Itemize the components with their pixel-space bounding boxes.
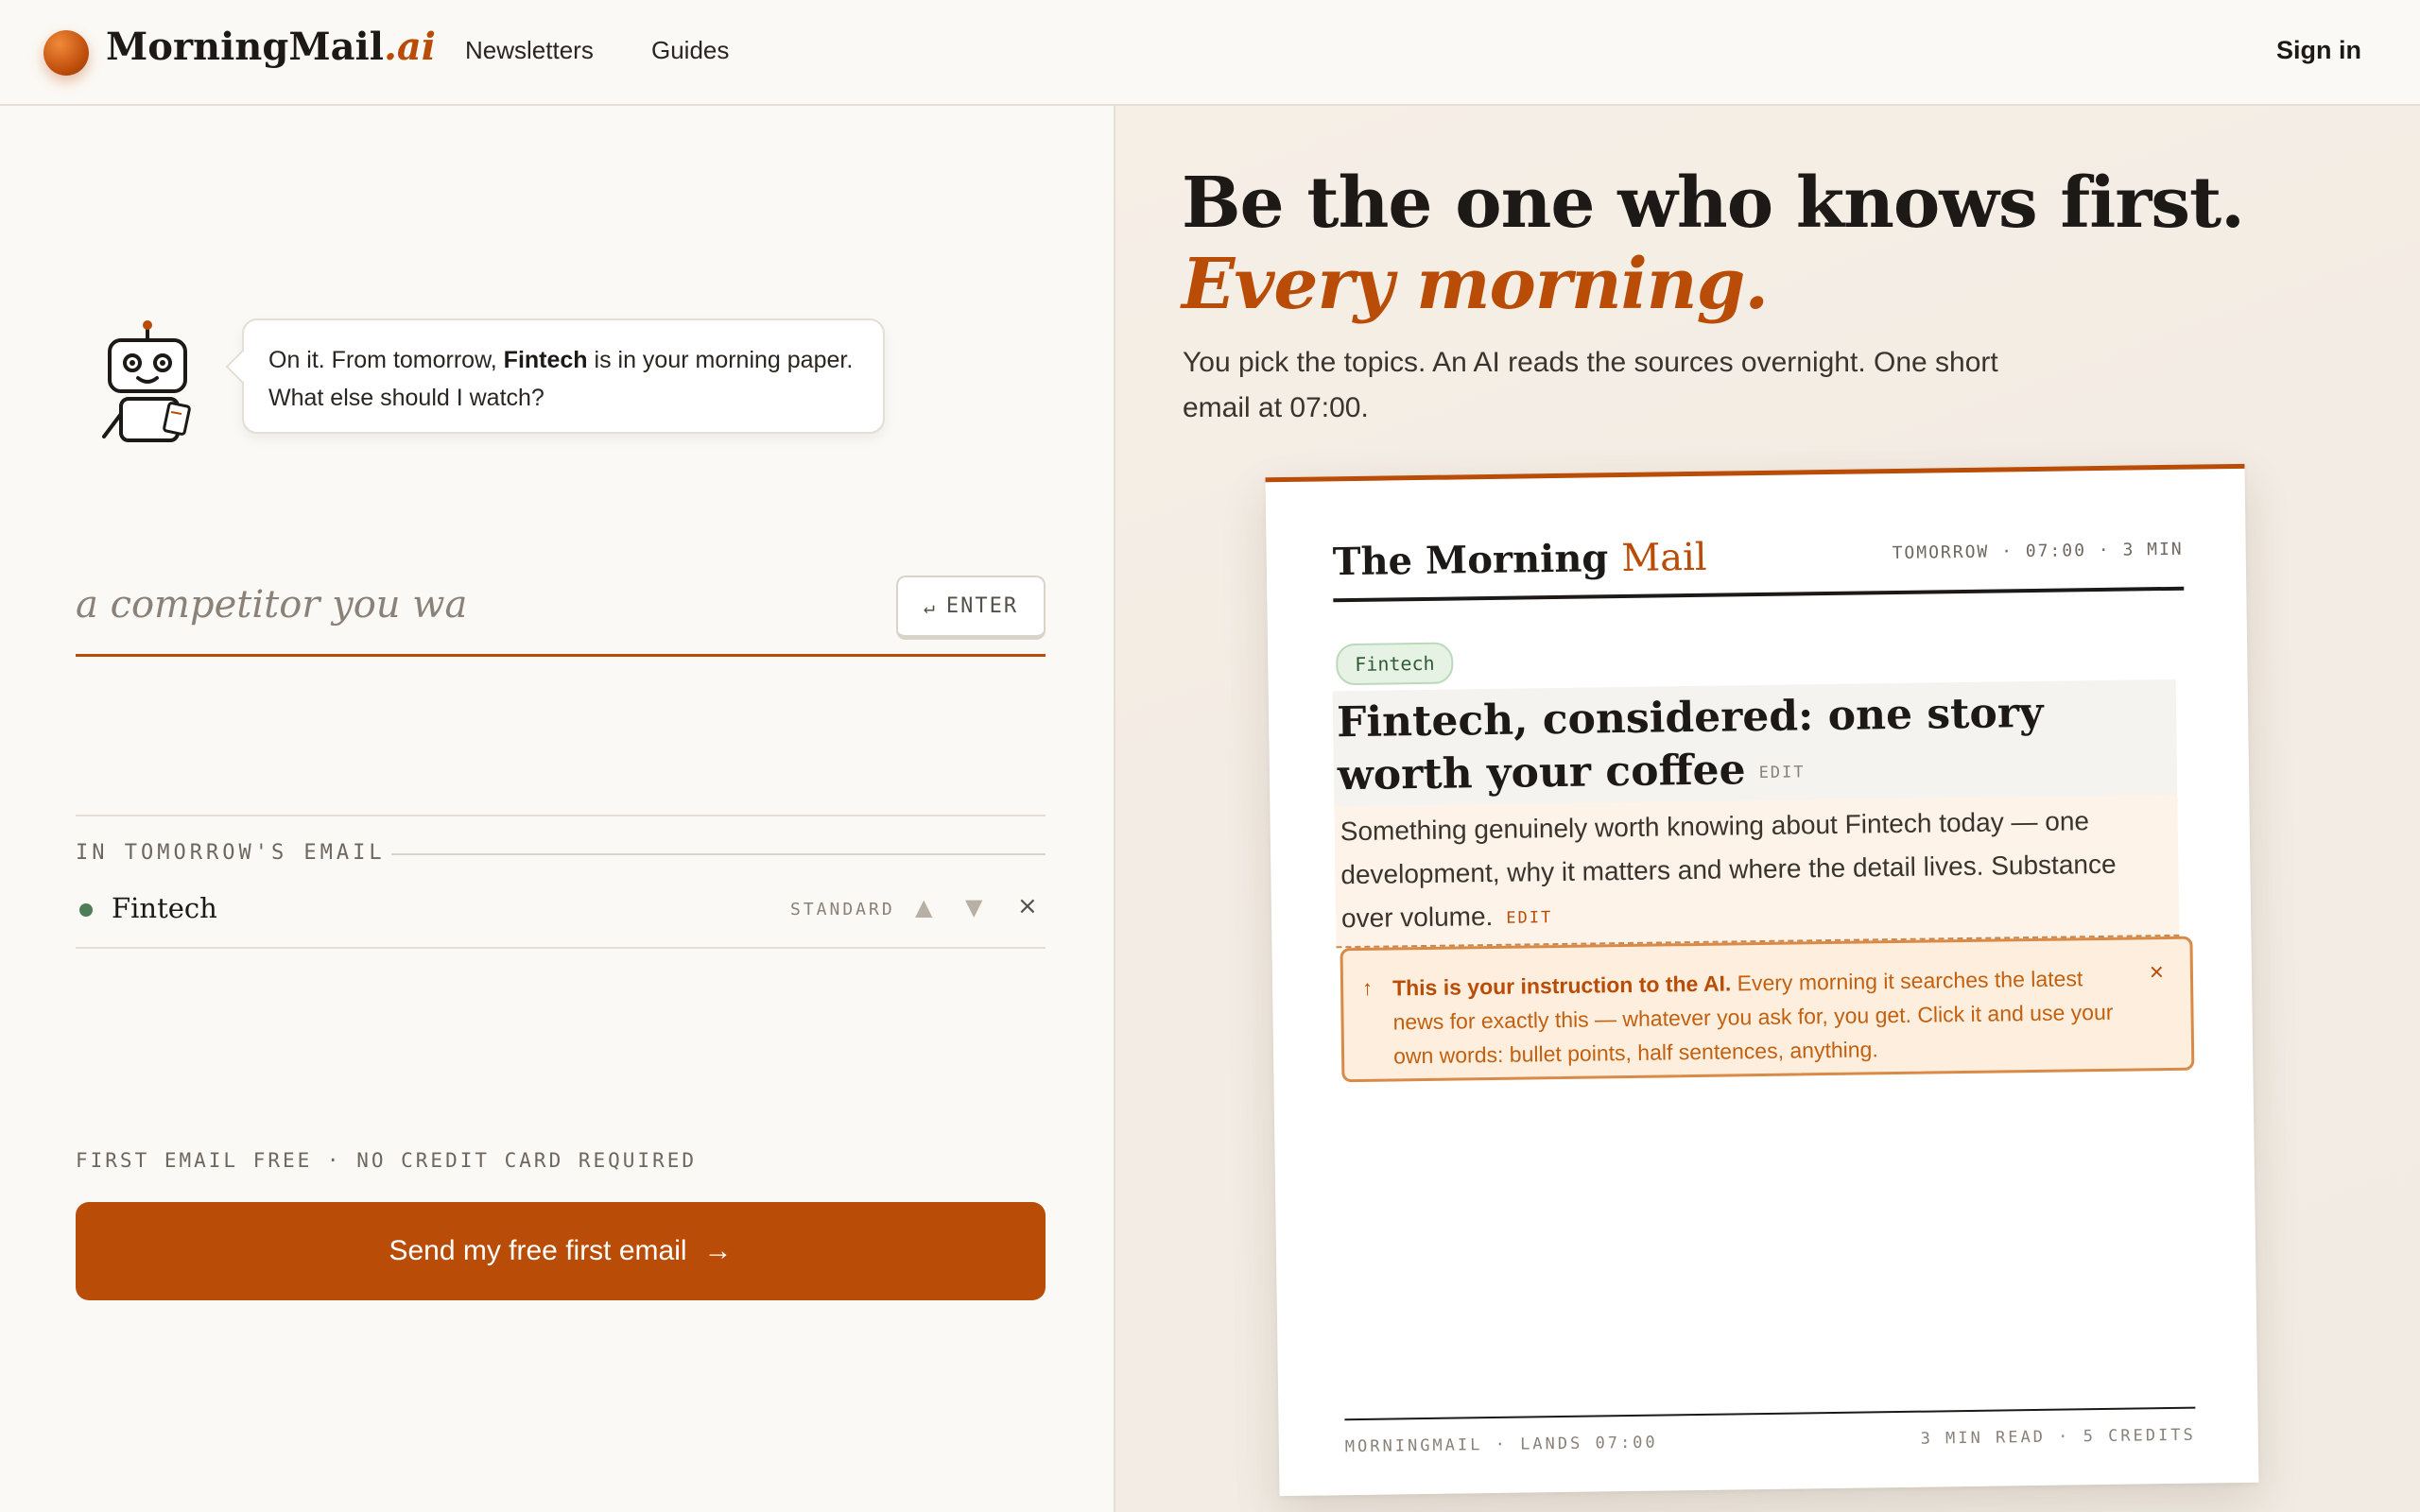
cta-label: Send my free first email [389, 1235, 687, 1266]
logo-suffix: .ai [383, 25, 436, 69]
move-up-icon[interactable]: ▲ [915, 894, 932, 920]
logo[interactable]: MorningMail.ai [106, 25, 436, 69]
arrow-right-icon: → [703, 1235, 733, 1266]
story-title[interactable]: Fintech, considered: one story worth you… [1332, 679, 2178, 813]
logo-main: MorningMail [106, 25, 384, 69]
enter-button[interactable]: ↵ ENTER [896, 576, 1046, 640]
hero-headline: Be the one who knows first. Every mornin… [1182, 163, 2316, 325]
enter-label: ENTER [945, 594, 1019, 618]
divider-bottom [76, 947, 1046, 949]
signin-link[interactable]: Sign in [2276, 36, 2361, 65]
preview-meta: TOMORROW · 07:00 · 3 MIN [1892, 539, 2184, 564]
hint-bold: This is your instruction to the AI. [1392, 971, 1732, 1001]
headline-accent: Every morning. [1182, 244, 1769, 325]
assistant-bubble: On it. From tomorrow, Fintech is in your… [242, 318, 885, 434]
cta-footnote: FIRST EMAIL FREE · NO CREDIT CARD REQUIR… [76, 1149, 698, 1172]
headline-part-a: Be the one who knows first. [1182, 163, 2245, 244]
story-title-text: Fintech, considered: one story worth you… [1336, 688, 2044, 800]
robot-icon [102, 320, 191, 442]
remove-topic-icon[interactable]: × [1017, 892, 1038, 920]
close-hint-icon[interactable]: × [2149, 954, 2165, 988]
nav-guides[interactable]: Guides [651, 36, 729, 65]
send-first-email-button[interactable]: Send my free first email → [76, 1202, 1046, 1300]
preview-footer-left: MORNINGMAIL · LANDS 07:00 [1344, 1433, 1658, 1457]
input-underline [76, 654, 1046, 657]
bubble-topic: Fintech [503, 347, 588, 373]
move-down-icon[interactable]: ▼ [965, 894, 982, 920]
topic-name: Fintech [112, 892, 217, 924]
preview-rule [1333, 586, 2185, 603]
email-preview: The Morning Mail TOMORROW · 07:00 · 3 MI… [1265, 463, 2259, 1497]
story-body-text: Something genuinely worth knowing about … [1340, 806, 2117, 934]
preview-title: The Morning Mail [1332, 535, 1707, 585]
section-label: IN TOMORROW'S EMAIL [76, 841, 386, 865]
section-label-rule [391, 853, 1046, 855]
enter-icon: ↵ [923, 594, 937, 618]
divider-top [76, 815, 1046, 816]
story-body[interactable]: Something genuinely worth knowing about … [1334, 794, 2180, 948]
preview-footer-right: 3 MIN READ · 5 CREDITS [1920, 1425, 2196, 1449]
topic-level[interactable]: STANDARD [790, 900, 895, 919]
edit-title-link[interactable]: EDIT [1758, 763, 1805, 782]
preview-title-a: The Morning [1332, 536, 1622, 585]
status-dot-icon [79, 903, 93, 917]
preview-footer-rule [1344, 1406, 2196, 1421]
nav-newsletters[interactable]: Newsletters [465, 36, 594, 65]
hero-subheadline: You pick the topics. An AI reads the sou… [1183, 347, 1998, 423]
bubble-text-pre: On it. From tomorrow, [268, 347, 504, 373]
top-header: MorningMail.ai Newsletters Guides Sign i… [0, 0, 2420, 106]
edit-body-link[interactable]: EDIT [1506, 908, 1552, 928]
topic-input[interactable] [76, 567, 889, 643]
arrow-up-icon: ↑ [1361, 975, 1374, 1000]
topic-tag: Fintech [1335, 642, 1454, 686]
preview-title-b: Mail [1620, 535, 1707, 581]
logo-icon[interactable] [43, 30, 89, 76]
instruction-hint: ↑ This is your instruction to the AI. Ev… [1340, 936, 2195, 1083]
